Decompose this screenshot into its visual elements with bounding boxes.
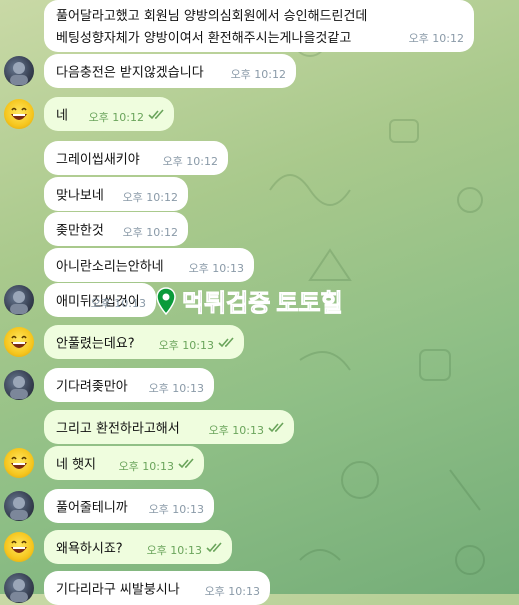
message-time: 오후 10:13 bbox=[118, 460, 174, 473]
message-text: 풀어줄테니까 bbox=[56, 497, 128, 516]
message-line: 풀어줄테니까 bbox=[56, 500, 128, 516]
message-text: 맞나보네 bbox=[56, 185, 104, 204]
message-time: 오후 10:13 bbox=[188, 262, 244, 275]
message-line: 그레이씹새키야 bbox=[56, 152, 140, 168]
watermark-text-1: 먹튀검증 bbox=[181, 289, 271, 318]
message-text: 다음충전은 받지않겠습니다 bbox=[56, 62, 204, 81]
contact-avatar[interactable] bbox=[4, 573, 34, 603]
incoming-message[interactable]: 풀어달라고했고 회원님 양방의심회원에서 승인해드린건데베팅성향자체가 양방이여… bbox=[44, 0, 474, 52]
message-line: 안풀렸는데요? bbox=[56, 336, 135, 352]
message-line: 네 bbox=[56, 108, 68, 124]
message-time: 오후 10:12 bbox=[122, 226, 178, 239]
outgoing-message[interactable]: 왜욕하시죠? 오후 10:13 bbox=[44, 530, 232, 564]
message-time: 오후 10:13 bbox=[90, 297, 146, 310]
message-text: 네 bbox=[56, 105, 68, 124]
incoming-message[interactable]: 풀어줄테니까 오후 10:13 bbox=[44, 489, 214, 523]
my-avatar[interactable] bbox=[4, 327, 34, 357]
message-time: 오후 10:13 bbox=[208, 424, 264, 437]
incoming-message[interactable]: 좆만한것 오후 10:12 bbox=[44, 212, 188, 246]
contact-avatar[interactable] bbox=[4, 285, 34, 315]
message-line: 좆만한것 bbox=[56, 223, 104, 239]
message-text: 좆만한것 bbox=[56, 220, 104, 239]
message-time: 오후 10:13 bbox=[146, 544, 202, 557]
double-check-icon bbox=[268, 422, 286, 437]
laughing-emoji-icon bbox=[11, 335, 27, 348]
message-line: 아니란소리는안하네 bbox=[56, 259, 164, 275]
message-time: 오후 10:12 bbox=[122, 191, 178, 204]
message-line: 네 햇지 bbox=[56, 457, 97, 473]
incoming-message[interactable]: 맞나보네 오후 10:12 bbox=[44, 177, 188, 211]
message-text: 왜욕하시죠? bbox=[56, 538, 123, 557]
message-text: 기다리라구 씨발붕시나 bbox=[56, 579, 180, 598]
incoming-message[interactable]: 아니란소리는안하네 오후 10:13 bbox=[44, 248, 254, 282]
my-avatar[interactable] bbox=[4, 99, 34, 129]
double-check-icon bbox=[206, 542, 224, 557]
message-text: 기다려좆만아 bbox=[56, 376, 128, 395]
message-text: 그리고 환전하라고해서 bbox=[56, 418, 180, 437]
message-line: 베팅성향자체가 양방이여서 환전해주시는게나을것같고 bbox=[56, 31, 352, 46]
contact-avatar[interactable] bbox=[4, 56, 34, 86]
profile-photo-icon bbox=[10, 291, 28, 314]
profile-photo-icon bbox=[10, 497, 28, 520]
laughing-emoji-icon bbox=[11, 456, 27, 469]
watermark-text-2: 토토힐 bbox=[276, 289, 343, 318]
laughing-emoji-icon bbox=[11, 107, 27, 120]
my-avatar[interactable] bbox=[4, 532, 34, 562]
message-time: 오후 10:13 bbox=[204, 585, 260, 598]
message-time: 오후 10:13 bbox=[158, 339, 214, 352]
double-check-icon bbox=[178, 458, 196, 473]
outgoing-message[interactable]: 안풀렸는데요? 오후 10:13 bbox=[44, 325, 244, 359]
double-check-icon bbox=[148, 109, 166, 124]
profile-photo-icon bbox=[10, 376, 28, 399]
message-text: 그레이씹새키야 bbox=[56, 149, 140, 168]
laughing-emoji-icon bbox=[11, 540, 27, 553]
message-text: 네 햇지 bbox=[56, 454, 96, 473]
incoming-message[interactable]: 다음충전은 받지않겠습니다 오후 10:12 bbox=[44, 54, 296, 88]
incoming-message[interactable]: 그레이씹새키야 오후 10:12 bbox=[44, 141, 228, 175]
incoming-message[interactable]: 애미뒤진씹것이 오후 10:13 bbox=[44, 283, 156, 317]
contact-avatar[interactable] bbox=[4, 370, 34, 400]
double-check-icon bbox=[218, 337, 236, 352]
message-time: 오후 10:12 bbox=[162, 155, 218, 168]
profile-photo-icon bbox=[10, 62, 28, 85]
message-line: 기다려좆만아 bbox=[56, 379, 128, 395]
message-time: 오후 10:12 bbox=[88, 111, 144, 124]
message-line: 맞나보네 bbox=[56, 188, 104, 204]
watermark: 먹튀검증 토토힐 bbox=[156, 283, 343, 318]
message-line: 그리고 환전하라고해서 bbox=[56, 421, 180, 437]
incoming-message[interactable]: 기다리라구 씨발붕시나 오후 10:13 bbox=[44, 571, 270, 605]
map-pin-icon bbox=[156, 286, 176, 315]
outgoing-message[interactable]: 네 햇지 오후 10:13 bbox=[44, 446, 204, 480]
outgoing-message[interactable]: 네 오후 10:12 bbox=[44, 97, 174, 131]
message-text: 아니란소리는안하네 bbox=[56, 256, 164, 275]
my-avatar[interactable] bbox=[4, 448, 34, 478]
contact-avatar[interactable] bbox=[4, 491, 34, 521]
message-time: 오후 10:13 bbox=[148, 503, 204, 516]
message-text: 풀어달라고했고 회원님 양방의심회원에서 승인해드린건데베팅성향자체가 양방이여… bbox=[56, 6, 367, 50]
message-text: 안풀렸는데요? bbox=[56, 333, 135, 352]
incoming-message[interactable]: 기다려좆만아 오후 10:13 bbox=[44, 368, 214, 402]
message-time: 오후 10:13 bbox=[148, 382, 204, 395]
message-line: 기다리라구 씨발붕시나 bbox=[56, 582, 180, 598]
profile-photo-icon bbox=[10, 579, 28, 602]
message-time: 오후 10:12 bbox=[408, 32, 464, 45]
message-time: 오후 10:12 bbox=[230, 68, 286, 81]
outgoing-message[interactable]: 그리고 환전하라고해서 오후 10:13 bbox=[44, 410, 294, 444]
message-line: 풀어달라고했고 회원님 양방의심회원에서 승인해드린건데 bbox=[56, 9, 368, 24]
message-line: 왜욕하시죠? bbox=[56, 541, 123, 557]
message-line: 다음충전은 받지않겠습니다 bbox=[56, 65, 204, 81]
